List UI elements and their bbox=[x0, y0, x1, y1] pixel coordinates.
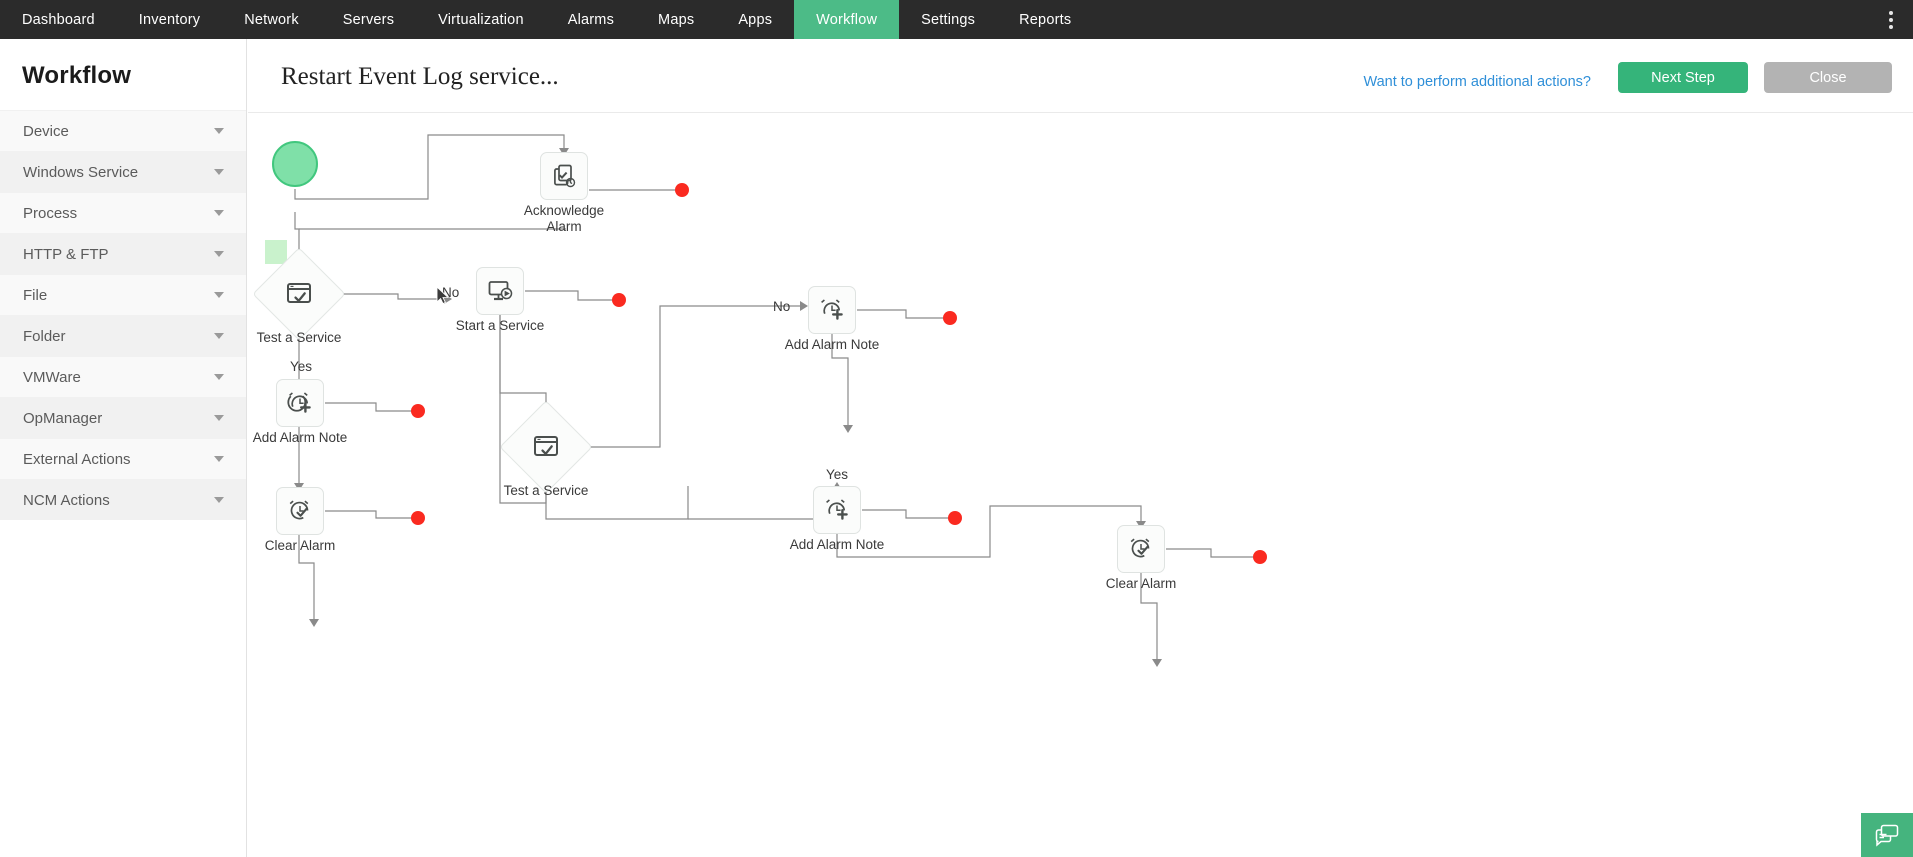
chevron-down-icon bbox=[214, 169, 224, 175]
add-alarm-note-icon[interactable] bbox=[813, 486, 861, 534]
sidebar-item-label: OpManager bbox=[23, 409, 103, 427]
chevron-down-icon bbox=[214, 415, 224, 421]
sidebar-item-ncm-actions[interactable]: NCM Actions bbox=[0, 479, 246, 520]
nav-item-reports[interactable]: Reports bbox=[997, 0, 1093, 39]
vertical-dots-icon[interactable] bbox=[1877, 0, 1905, 39]
chevron-down-icon bbox=[214, 292, 224, 298]
nav-item-network[interactable]: Network bbox=[222, 0, 321, 39]
clear-alarm-icon[interactable] bbox=[276, 487, 324, 535]
sidebar-item-label: External Actions bbox=[23, 450, 131, 468]
sidebar-item-windows-service[interactable]: Windows Service bbox=[0, 151, 246, 192]
nav-item-inventory[interactable]: Inventory bbox=[117, 0, 222, 39]
nav-item-apps[interactable]: Apps bbox=[716, 0, 794, 39]
start-service-icon[interactable] bbox=[476, 267, 524, 315]
sidebar-item-label: HTTP & FTP bbox=[23, 245, 109, 263]
chevron-down-icon bbox=[214, 333, 224, 339]
sidebar-item-http-ftp[interactable]: HTTP & FTP bbox=[0, 233, 246, 274]
sidebar-item-label: Process bbox=[23, 204, 78, 222]
add-alarm-note-icon[interactable] bbox=[276, 379, 324, 427]
sidebar-item-opmanager[interactable]: OpManager bbox=[0, 397, 246, 438]
chat-bubbles-icon bbox=[1875, 824, 1899, 847]
nav-item-maps[interactable]: Maps bbox=[636, 0, 716, 39]
selection-chip bbox=[265, 240, 287, 264]
chevron-down-icon bbox=[214, 497, 224, 503]
sidebar-title: Workflow bbox=[22, 62, 132, 89]
nav-item-servers[interactable]: Servers bbox=[321, 0, 416, 39]
nav-item-alarms[interactable]: Alarms bbox=[546, 0, 636, 39]
chat-support-widget[interactable] bbox=[1861, 813, 1913, 857]
sidebar: Workflow Device Windows Service Process … bbox=[0, 39, 247, 857]
nav-item-virtualization[interactable]: Virtualization bbox=[416, 0, 546, 39]
sidebar-item-label: Device bbox=[23, 122, 69, 140]
additional-actions-link[interactable]: Want to perform additional actions? bbox=[1363, 74, 1591, 90]
sidebar-item-process[interactable]: Process bbox=[0, 192, 246, 233]
chevron-down-icon bbox=[214, 251, 224, 257]
start-circle-icon[interactable] bbox=[272, 141, 318, 187]
sidebar-item-label: Windows Service bbox=[23, 163, 139, 181]
sidebar-item-label: File bbox=[23, 286, 48, 304]
chevron-down-icon bbox=[214, 210, 224, 216]
chevron-down-icon bbox=[214, 374, 224, 380]
add-alarm-note-icon[interactable] bbox=[808, 286, 856, 334]
close-button[interactable]: Close bbox=[1764, 62, 1892, 93]
top-navigation-bar: Dashboard Inventory Network Servers Virt… bbox=[0, 0, 1913, 39]
sidebar-item-external-actions[interactable]: External Actions bbox=[0, 438, 246, 479]
sidebar-item-device[interactable]: Device bbox=[0, 110, 246, 151]
sidebar-item-folder[interactable]: Folder bbox=[0, 315, 246, 356]
sidebar-item-vmware[interactable]: VMWare bbox=[0, 356, 246, 397]
clear-alarm-icon[interactable] bbox=[1117, 525, 1165, 573]
chevron-down-icon bbox=[214, 128, 224, 134]
nav-item-dashboard[interactable]: Dashboard bbox=[0, 0, 117, 39]
sidebar-item-label: Folder bbox=[23, 327, 66, 345]
workflow-connectors bbox=[294, 134, 1260, 667]
main-content: Restart Event Log service... Want to per… bbox=[248, 39, 1913, 857]
next-step-button[interactable]: Next Step bbox=[1618, 62, 1748, 93]
chevron-down-icon bbox=[214, 456, 224, 462]
workflow-canvas[interactable]: Acknowledge Alarm Test a Service Start a… bbox=[248, 113, 1913, 857]
nav-item-workflow[interactable]: Workflow bbox=[794, 0, 900, 39]
sidebar-item-label: NCM Actions bbox=[23, 491, 110, 509]
nav-item-settings[interactable]: Settings bbox=[899, 0, 997, 39]
page-title: Restart Event Log service... bbox=[281, 63, 559, 90]
sidebar-item-file[interactable]: File bbox=[0, 274, 246, 315]
acknowledge-alarm-icon[interactable] bbox=[540, 152, 588, 200]
sidebar-item-label: VMWare bbox=[23, 368, 81, 386]
